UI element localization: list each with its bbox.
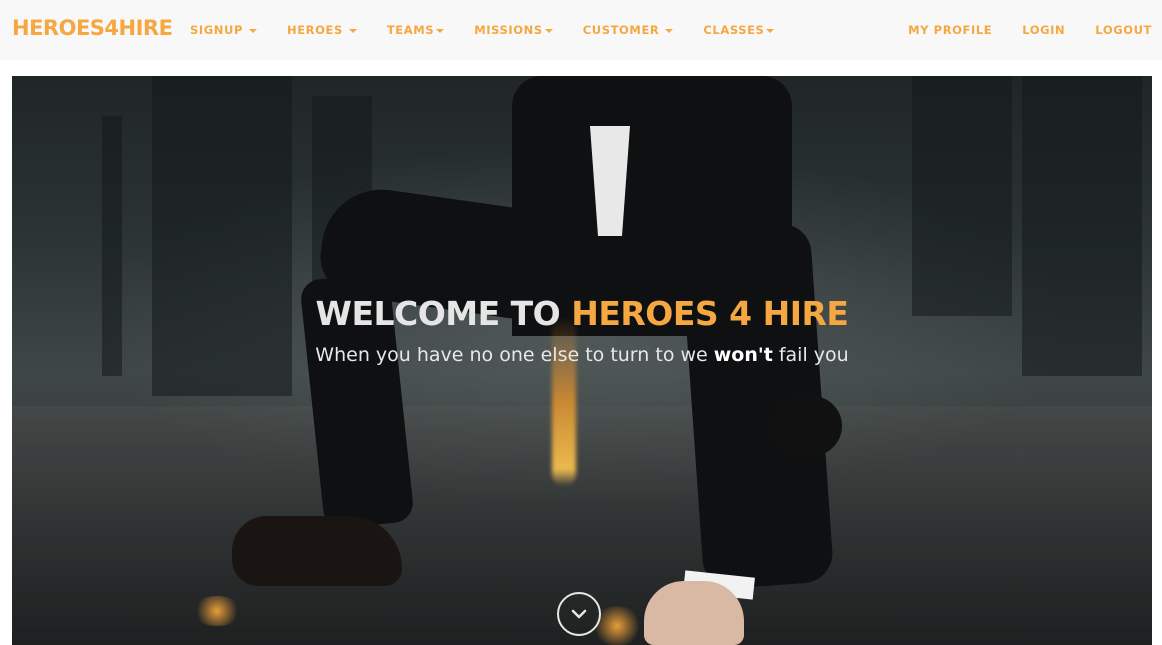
hero-content: WELCOME TO HEROES 4 HIRE When you have n… [12,294,1152,368]
hero-title-prefix: WELCOME TO [315,294,572,333]
caret-down-icon [348,28,357,33]
top-navbar: HEROES4HIRE SIGNUP HEROES TEAMS MISSIONS… [0,0,1162,60]
nav-left-menu: SIGNUP HEROES TEAMS MISSIONS CUSTOMER CL… [190,23,804,37]
hero-subtitle-after: fail you [772,344,849,366]
nav-heroes-dropdown[interactable]: HEROES [287,23,357,37]
hero-subtitle-bold: won't [713,344,773,366]
nav-customer-label: CUSTOMER [582,23,660,37]
scroll-down-button[interactable] [557,592,601,636]
nav-right-menu: MY PROFILE LOGIN LOGOUT [878,23,1152,37]
brand-logo[interactable]: HEROES4HIRE [12,16,173,40]
hero-title: WELCOME TO HEROES 4 HIRE [12,294,1152,334]
chevron-down-icon [571,609,587,619]
nav-signup-dropdown[interactable]: SIGNUP [190,23,257,37]
nav-my-profile-link[interactable]: MY PROFILE [908,23,992,37]
caret-down-icon [665,28,674,33]
nav-logout-link[interactable]: LOGOUT [1095,23,1152,37]
nav-teams-label: TEAMS [386,23,435,37]
caret-down-icon [249,28,257,33]
nav-classes-label: CLASSES [703,23,765,37]
caret-down-icon [436,28,445,33]
hero-figure-knee [772,396,842,456]
hero-subtitle-before: When you have no one else to turn to we [315,344,714,366]
nav-heroes-label: HEROES [287,23,343,37]
nav-login-link[interactable]: LOGIN [1022,23,1065,37]
ember-glow [192,596,242,626]
background-building [912,76,1012,316]
nav-signup-label: SIGNUP [190,23,243,37]
hero-figure-hand [644,581,744,645]
nav-customer-dropdown[interactable]: CUSTOMER [583,23,674,37]
hero-banner: WELCOME TO HEROES 4 HIRE When you have n… [12,76,1152,645]
hero-subtitle: When you have no one else to turn to we … [12,342,1152,368]
caret-down-icon [766,28,775,33]
nav-teams-dropdown[interactable]: TEAMS [386,23,445,37]
hero-figure-shoe [232,516,402,586]
nav-missions-label: MISSIONS [474,23,543,37]
nav-classes-dropdown[interactable]: CLASSES [703,23,775,37]
nav-missions-dropdown[interactable]: MISSIONS [474,23,553,37]
caret-down-icon [544,28,553,33]
hero-title-accent: HEROES 4 HIRE [571,294,849,333]
